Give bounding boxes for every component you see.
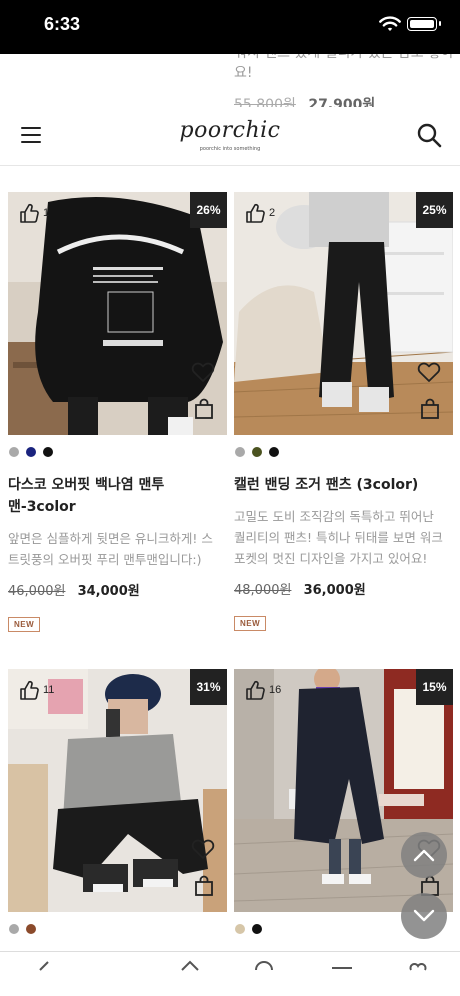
like-number: 1: [43, 207, 50, 219]
like-number: 2: [269, 207, 276, 219]
profile-icon[interactable]: [252, 960, 276, 972]
product-image[interactable]: 1 26%: [8, 192, 227, 435]
color-swatch[interactable]: [252, 924, 262, 934]
bottom-navigation: [0, 951, 460, 996]
like-count[interactable]: 2: [244, 202, 275, 224]
product-card[interactable]: 1 26% 다스코 오버핏 백나염 맨투 맨-3color 앞면은 심플하게 뒷…: [8, 192, 227, 632]
heart-icon[interactable]: [191, 838, 215, 860]
product-name-line: 캘런 밴딩 조거 팬츠 (3color): [234, 477, 419, 493]
original-price: 48,000원: [234, 583, 292, 598]
product-desc-line: 고밀도 도비 조직감의 독특하고 뛰어난: [234, 509, 434, 524]
shopping-bag-icon[interactable]: [193, 875, 215, 897]
color-swatches: [235, 447, 453, 457]
status-bar: 6:33: [0, 0, 460, 54]
chevron-up-icon: [413, 849, 435, 862]
product-image[interactable]: 2 25%: [234, 192, 453, 435]
color-swatch[interactable]: [235, 924, 245, 934]
like-number: 11: [43, 684, 55, 696]
heart-icon[interactable]: [191, 361, 215, 383]
color-swatches: [9, 924, 227, 934]
like-count[interactable]: 11: [18, 679, 54, 701]
thumbs-up-icon: [20, 203, 39, 223]
thumbs-up-icon: [246, 680, 265, 700]
wifi-icon: [379, 16, 401, 31]
discount-badge: 26%: [190, 192, 227, 228]
wishlist-icon[interactable]: [406, 960, 430, 972]
discount-badge: 31%: [190, 669, 227, 705]
product-prices: 46,000원 34,000원: [8, 580, 227, 599]
product-description: 고밀도 도비 조직감의 독특하고 뛰어난 퀄리티의 팬츠! 특히나 뒤태를 보면…: [234, 506, 453, 569]
discount-badge: 25%: [416, 192, 453, 228]
color-swatch[interactable]: [235, 447, 245, 457]
shopping-bag-icon[interactable]: [193, 398, 215, 420]
chevron-down-icon: [413, 909, 435, 922]
hamburger-menu-icon[interactable]: [21, 127, 41, 143]
new-badge: NEW: [8, 617, 41, 632]
shopping-bag-icon[interactable]: [419, 398, 441, 420]
product-desc-line: 퀄리티의 팬츠! 특히나 뒤태를 보면 워크: [234, 530, 443, 545]
previous-desc-line: 요!: [234, 65, 253, 81]
back-arrow-icon[interactable]: [32, 960, 56, 972]
product-name[interactable]: 캘런 밴딩 조거 팬츠 (3color): [234, 474, 453, 496]
status-time: 6:33: [44, 14, 81, 34]
product-name-line: 맨-3color: [8, 499, 76, 515]
original-price: 46,000원: [8, 584, 66, 599]
color-swatch[interactable]: [252, 447, 262, 457]
logo-tagline: poorchic into something: [199, 146, 261, 152]
sale-price: 34,000원: [77, 584, 140, 599]
search-icon[interactable]: [416, 122, 442, 148]
color-swatch[interactable]: [269, 447, 279, 457]
color-swatch[interactable]: [26, 924, 36, 934]
like-count[interactable]: 1: [18, 202, 49, 224]
color-swatch[interactable]: [26, 447, 36, 457]
product-desc-line: 트릿풍의 오버핏 푸리 맨투맨입니다:): [8, 552, 202, 567]
like-number: 16: [269, 684, 282, 696]
product-name-line: 다스코 오버핏 백나염 맨투: [8, 477, 165, 493]
color-swatches: [9, 447, 227, 457]
battery-icon: [407, 17, 441, 31]
discount-badge: 15%: [416, 669, 453, 705]
product-card[interactable]: 11 31%: [8, 669, 227, 934]
scroll-bottom-button[interactable]: [401, 893, 447, 939]
home-icon[interactable]: [178, 960, 202, 972]
product-card[interactable]: 2 25% 캘런 밴딩 조거 팬츠 (3color) 고밀도 도비 조직감의 독…: [234, 192, 453, 631]
product-description: 앞면은 심플하게 뒷면은 유니크하게! 스 트릿풍의 오버핏 푸리 맨투맨입니다…: [8, 528, 227, 570]
product-prices: 48,000원 36,000원: [234, 579, 453, 598]
logo-text: poorchic: [179, 118, 281, 143]
like-count[interactable]: 16: [244, 679, 281, 701]
color-swatch[interactable]: [9, 447, 19, 457]
new-badge: NEW: [234, 616, 267, 631]
product-desc-line: 앞면은 심플하게 뒷면은 유니크하게! 스: [8, 531, 213, 546]
product-name[interactable]: 다스코 오버핏 백나염 맨투 맨-3color: [8, 474, 227, 518]
product-image[interactable]: 11 31%: [8, 669, 227, 912]
app-header: poorchic poorchic into something: [0, 107, 460, 166]
scroll-top-button[interactable]: [401, 832, 447, 878]
product-desc-line: 포켓의 멋진 디자인을 가지고 있어요!: [234, 551, 428, 566]
thumbs-up-icon: [20, 680, 39, 700]
heart-icon[interactable]: [417, 361, 441, 383]
color-swatch[interactable]: [9, 924, 19, 934]
sale-price: 36,000원: [303, 583, 366, 598]
color-swatch[interactable]: [43, 447, 53, 457]
cart-icon[interactable]: [330, 960, 354, 972]
brand-logo[interactable]: poorchic poorchic into something: [176, 117, 284, 157]
thumbs-up-icon: [246, 203, 265, 223]
